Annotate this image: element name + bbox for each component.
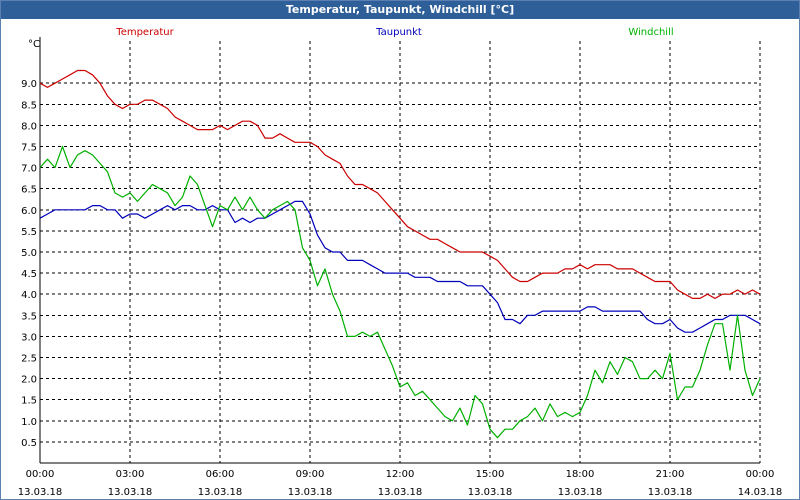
y-tick-label: 8.5 xyxy=(21,100,37,111)
chart-title: Temperatur, Taupunkt, Windchill [°C] xyxy=(1,1,799,19)
x-tick-time: 21:00 xyxy=(656,469,685,480)
x-tick-date: 13.03.18 xyxy=(198,487,243,498)
y-tick-label: 6.5 xyxy=(21,185,37,196)
y-tick-label: 2.0 xyxy=(21,375,37,386)
x-tick-date: 13.03.18 xyxy=(288,487,333,498)
y-tick-label: 7.5 xyxy=(21,143,37,154)
x-tick-date: 13.03.18 xyxy=(558,487,603,498)
chart-window: Temperatur, Taupunkt, Windchill [°C] 0.5… xyxy=(0,0,800,500)
chart-plot: 0.5 1.0 1.5 2.0 2.5 3.0 3.5 4.0 4.5 5.0 5.5 6.0 6.5 7… xyxy=(18,27,783,498)
series-line-windchill xyxy=(39,145,761,439)
x-tick-time: 12:00 xyxy=(386,469,415,480)
y-tick-label: 5.5 xyxy=(21,227,37,238)
y-tick-label: 0.5 xyxy=(21,438,37,449)
y-tick-label: 1.5 xyxy=(21,396,37,407)
legend-taupunkt: Taupunkt xyxy=(375,27,422,38)
x-tick-time: 09:00 xyxy=(296,469,325,480)
y-tick-label: 4.0 xyxy=(21,290,37,301)
y-tick-label: 4.5 xyxy=(21,269,37,280)
y-tick-label: 5.0 xyxy=(21,248,37,259)
y-tick-label: 2.5 xyxy=(21,354,37,365)
x-tick-date: 13.03.18 xyxy=(468,487,513,498)
y-tick-label: 8.0 xyxy=(21,121,37,132)
x-tick-date: 13.03.18 xyxy=(648,487,693,498)
x-tick-date: 13.03.18 xyxy=(108,487,153,498)
x-tick-time: 00:00 xyxy=(26,469,55,480)
x-tick-date: 14.03.18 xyxy=(738,487,783,498)
y-tick-label: 7.0 xyxy=(21,164,37,175)
y-tick-label: 1.0 xyxy=(21,417,37,428)
legend-temperatur: Temperatur xyxy=(115,27,174,38)
x-tick-time: 00:00 xyxy=(746,469,775,480)
x-tick-time: 18:00 xyxy=(566,469,595,480)
y-tick-label: 3.5 xyxy=(21,311,37,322)
y-tick-label: 9.0 xyxy=(21,79,37,90)
y-tick-label: 3.0 xyxy=(21,332,37,343)
y-tick-label: 6.0 xyxy=(21,206,37,217)
x-tick-time: 15:00 xyxy=(476,469,505,480)
legend-windchill: Windchill xyxy=(628,27,673,38)
x-tick-time: 06:00 xyxy=(206,469,235,480)
y-axis-unit: °C xyxy=(28,39,40,50)
x-tick-date: 13.03.18 xyxy=(378,487,423,498)
x-tick-date: 13.03.18 xyxy=(18,487,63,498)
x-tick-time: 03:00 xyxy=(116,469,145,480)
